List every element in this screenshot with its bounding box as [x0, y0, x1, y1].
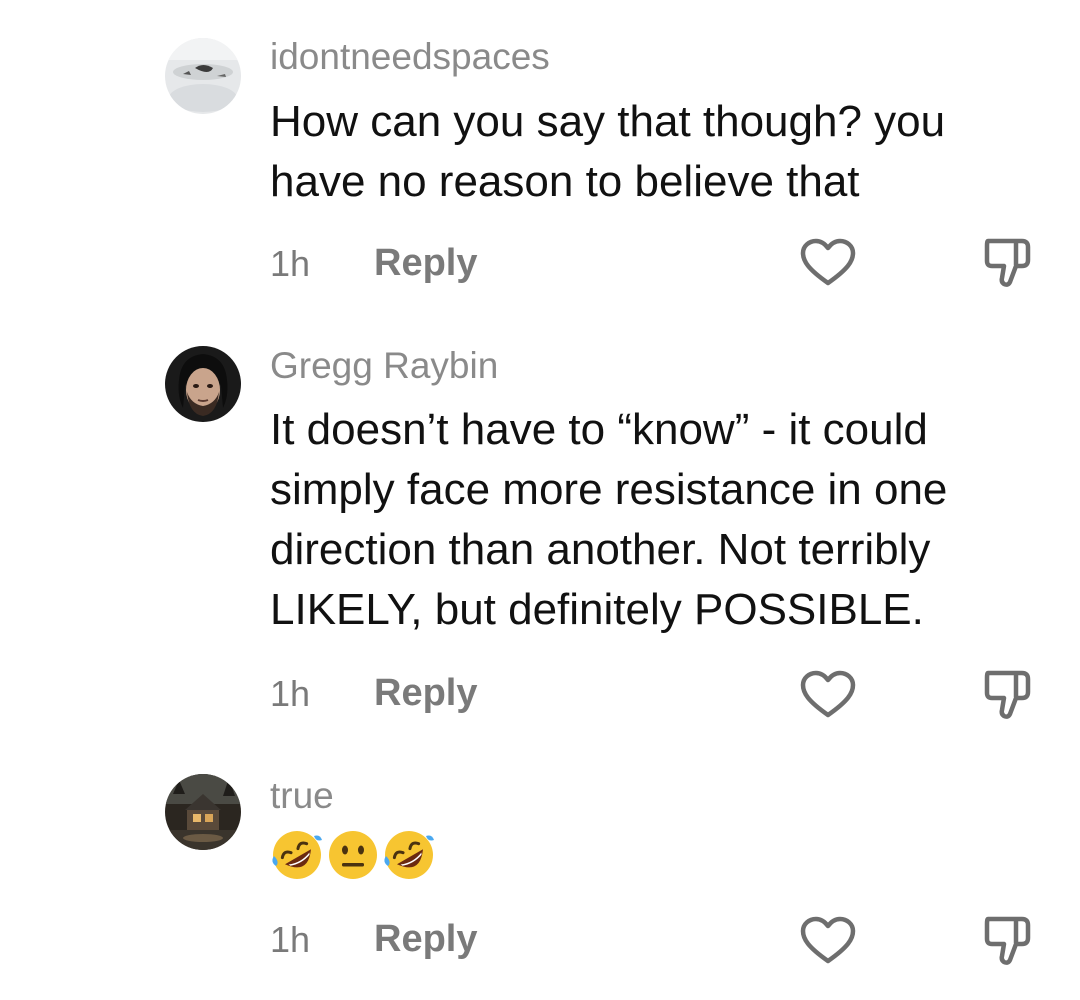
comment-text-line: How can you say that though? you — [270, 97, 946, 146]
neutral-face-icon — [329, 831, 377, 879]
comment: idontneedspaces How can you say that tho… — [0, 0, 1080, 320]
heart-icon — [800, 670, 856, 718]
username[interactable]: idontneedspaces — [270, 35, 550, 79]
rolling-on-floor-laughing-icon — [384, 831, 434, 879]
comment-text-line: It doesn’t have to “know” - it could — [270, 405, 928, 454]
timestamp: 1h — [270, 919, 311, 960]
comment: true 1h Reply — [0, 740, 1080, 1000]
heart-icon — [800, 916, 856, 964]
like-button[interactable] — [800, 238, 856, 288]
avatar[interactable] — [165, 346, 241, 422]
rolling-on-floor-laughing-icon — [272, 831, 322, 879]
comment-emojis — [270, 828, 436, 882]
like-button[interactable] — [800, 670, 856, 720]
comment: Gregg Raybin It doesn’t have to “know” -… — [0, 320, 1080, 740]
username[interactable]: true — [270, 774, 334, 818]
username[interactable]: Gregg Raybin — [270, 344, 498, 388]
comment-text-line: direction than another. Not terribly — [270, 525, 931, 574]
comment-text-line: LIKELY, but definitely POSSIBLE. — [270, 585, 924, 634]
comment-text: It doesn’t have to “know” - it could sim… — [270, 400, 1050, 640]
dislike-button[interactable] — [982, 914, 1034, 968]
dislike-button[interactable] — [982, 236, 1034, 290]
avatar[interactable] — [165, 38, 241, 114]
timestamp: 1h — [270, 673, 311, 714]
thumbs-down-icon — [984, 238, 1031, 287]
comment-text: How can you say that though? you have no… — [270, 92, 1050, 212]
avatar-image-portrait — [165, 346, 241, 422]
dislike-button[interactable] — [982, 668, 1034, 722]
reply-button[interactable]: Reply — [374, 917, 477, 961]
reply-button[interactable]: Reply — [374, 671, 477, 715]
comment-text-line: simply face more resistance in one — [270, 465, 948, 514]
comment-text-line: have no reason to believe that — [270, 157, 860, 206]
avatar-image-snow — [165, 38, 241, 114]
avatar[interactable] — [165, 774, 241, 850]
like-button[interactable] — [800, 916, 856, 966]
timestamp: 1h — [270, 243, 311, 284]
avatar-image-house — [165, 774, 241, 850]
thumbs-down-icon — [984, 670, 1031, 719]
thumbs-down-icon — [984, 916, 1031, 965]
heart-icon — [800, 238, 856, 286]
reply-button[interactable]: Reply — [374, 241, 477, 285]
